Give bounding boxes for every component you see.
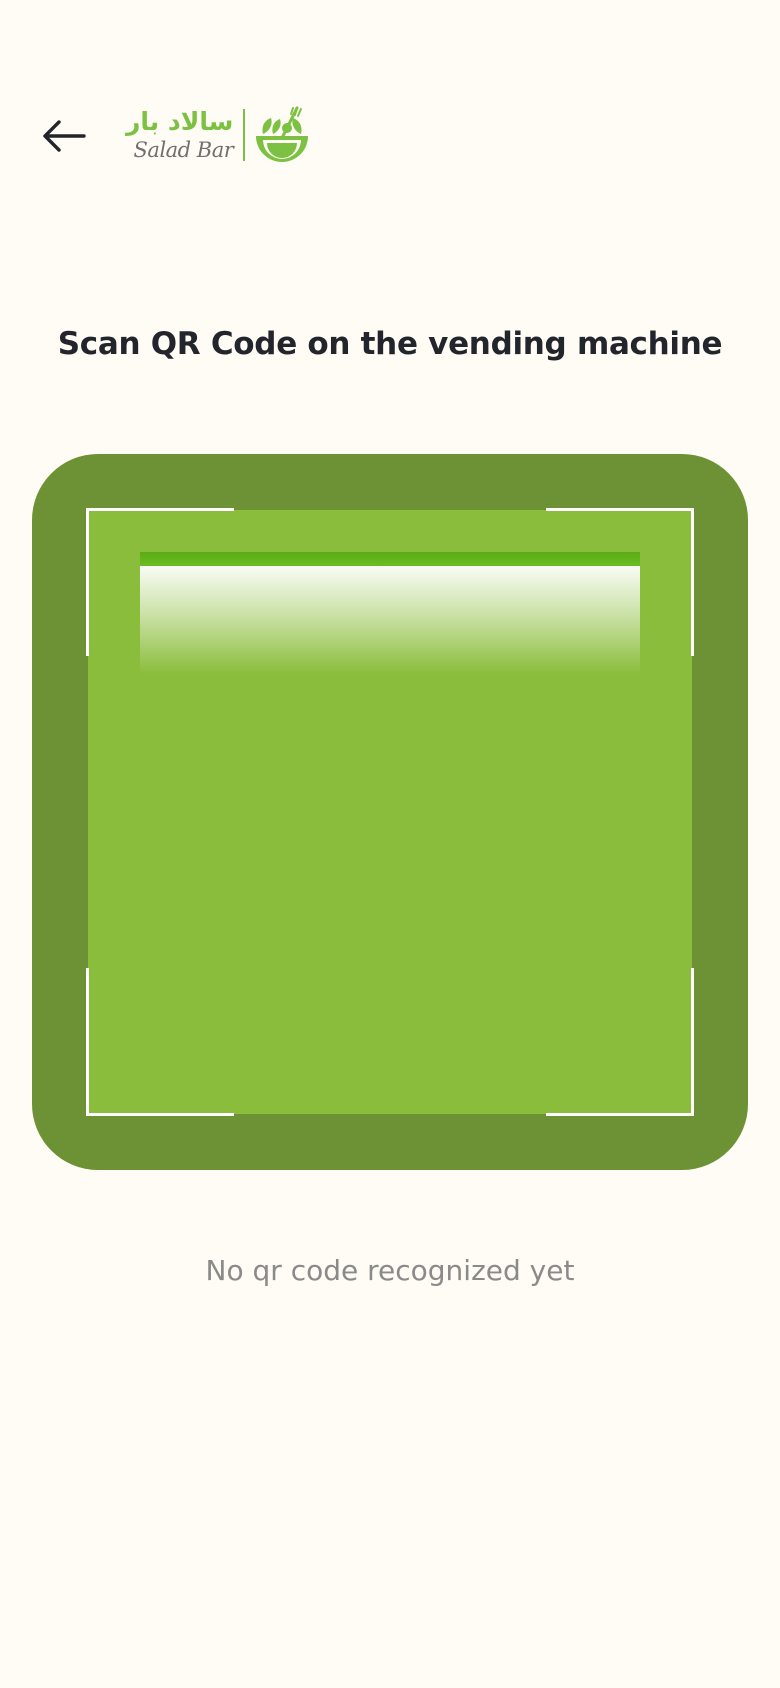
salad-bowl-icon	[255, 106, 308, 162]
salad-bar-logo: سالاد بار Salad Bar	[126, 104, 311, 166]
viewfinder-corner-bottom-right	[546, 968, 694, 1116]
arrow-left-icon	[43, 120, 86, 152]
scan-line	[140, 552, 640, 566]
logo-arabic-text: سالاد بار	[126, 107, 234, 136]
scan-line-glow	[140, 566, 640, 674]
logo-divider	[243, 109, 245, 161]
back-button[interactable]	[36, 108, 92, 164]
logo-english-text: Salad Bar	[133, 138, 234, 162]
qr-scanner-frame	[32, 454, 748, 1170]
scan-status-text: No qr code recognized yet	[205, 1254, 575, 1287]
qr-scan-screen: سالاد بار Salad Bar Scan QR Code on the …	[0, 0, 780, 1688]
viewfinder-corner-bottom-left	[86, 968, 234, 1116]
page-title: Scan QR Code on the vending machine	[57, 326, 723, 362]
